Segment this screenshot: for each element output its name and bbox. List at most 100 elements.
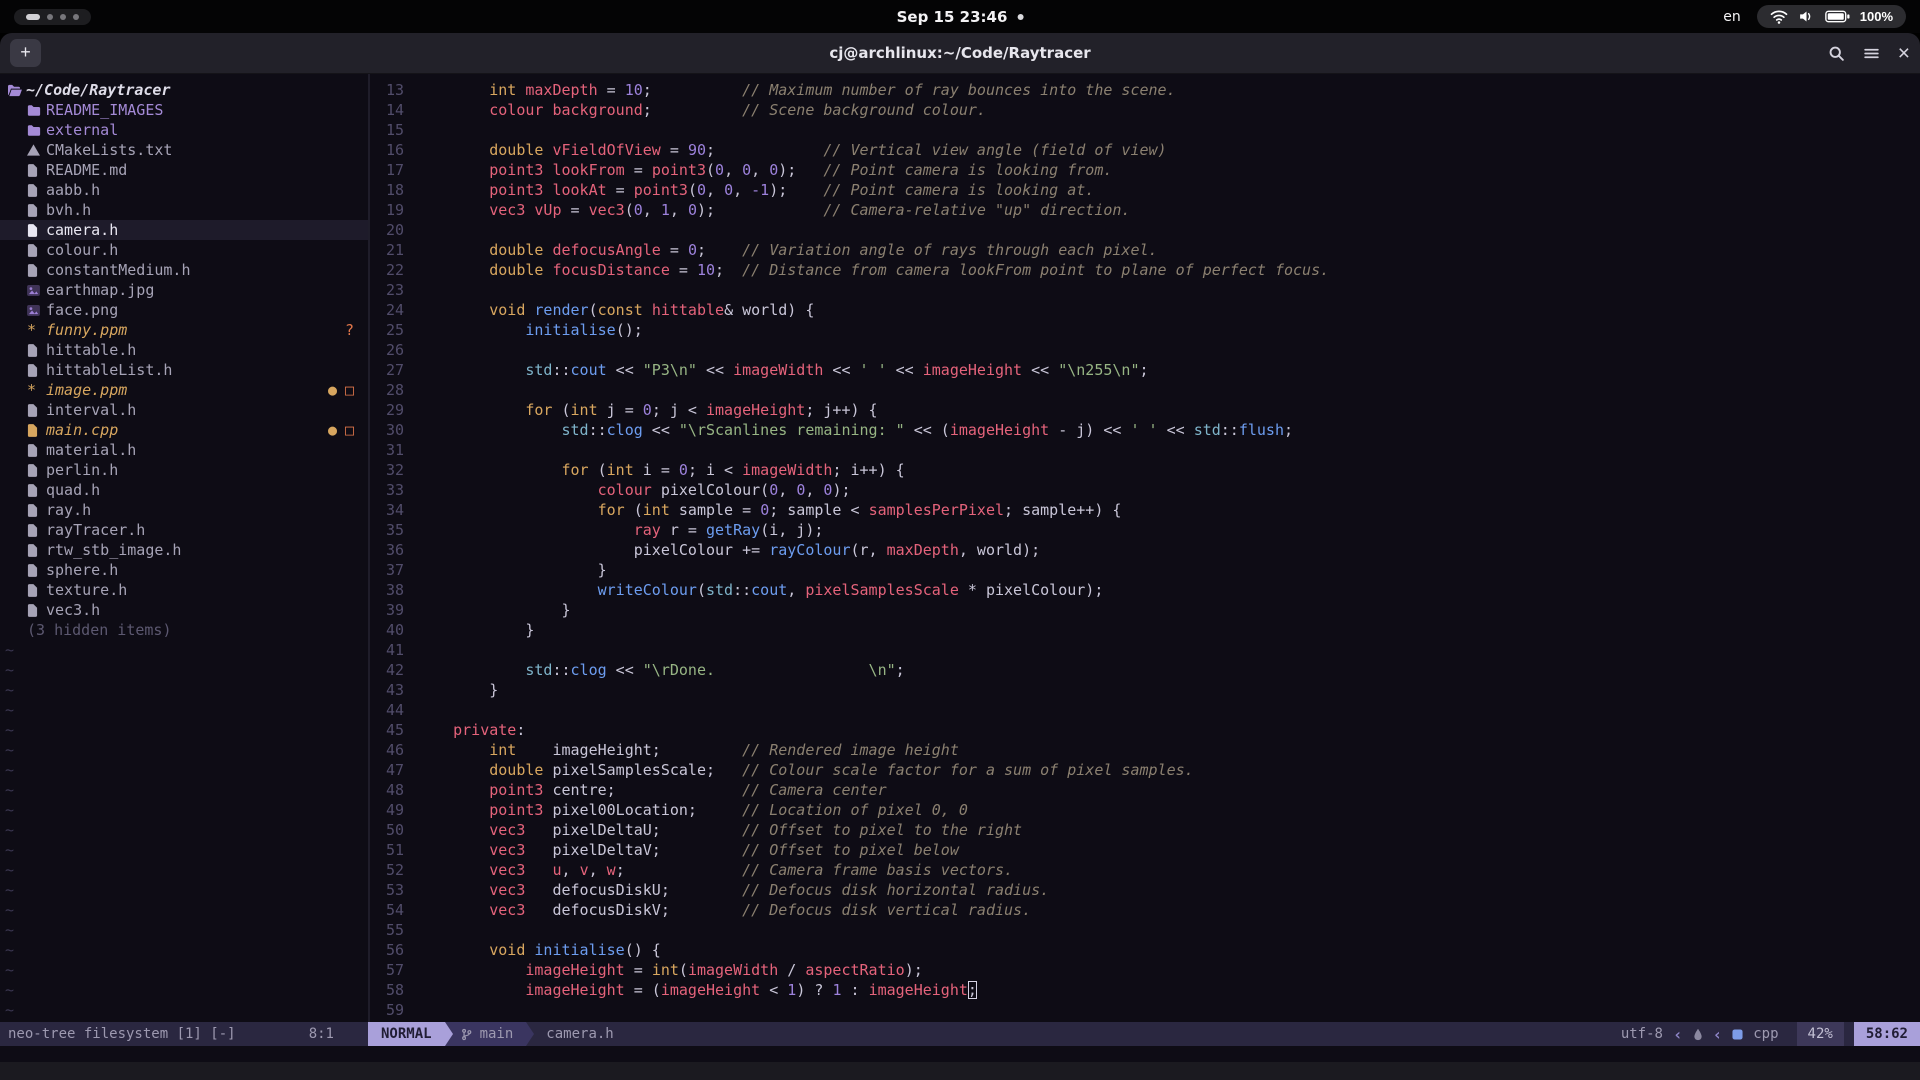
tree-item-README_IMAGES[interactable]: README_IMAGES bbox=[0, 100, 368, 120]
keyboard-layout-indicator[interactable]: en bbox=[1723, 9, 1741, 25]
tree-root[interactable]: ~/Code/Raytracer bbox=[0, 80, 368, 100]
code-line-34[interactable]: 34 for (int sample = 0; sample < samples… bbox=[370, 500, 1920, 520]
code-line-13[interactable]: 13 int maxDepth = 10; // Maximum number … bbox=[370, 80, 1920, 100]
code-line-41[interactable]: 41 bbox=[370, 640, 1920, 660]
tree-item-colour.h[interactable]: colour.h bbox=[0, 240, 368, 260]
close-button[interactable]: × bbox=[1898, 43, 1910, 64]
code-line-52[interactable]: 52 vec3 u, v, w; // Camera frame basis v… bbox=[370, 860, 1920, 880]
tree-item-ray.h[interactable]: ray.h bbox=[0, 500, 368, 520]
code-line-16[interactable]: 16 double vFieldOfView = 90; // Vertical… bbox=[370, 140, 1920, 160]
code-line-32[interactable]: 32 for (int i = 0; i < imageWidth; i++) … bbox=[370, 460, 1920, 480]
doc-icon bbox=[27, 164, 46, 177]
code-line-53[interactable]: 53 vec3 defocusDiskU; // Defocus disk ho… bbox=[370, 880, 1920, 900]
code-line-28[interactable]: 28 bbox=[370, 380, 1920, 400]
code-line-38[interactable]: 38 writeColour(std::cout, pixelSamplesSc… bbox=[370, 580, 1920, 600]
tree-item-camera.h[interactable]: camera.h bbox=[0, 220, 368, 240]
tree-item-image.ppm[interactable]: *image.ppm●□ bbox=[0, 380, 368, 400]
tree-item-earthmap.jpg[interactable]: earthmap.jpg bbox=[0, 280, 368, 300]
code-line-46[interactable]: 46 int imageHeight; // Rendered image he… bbox=[370, 740, 1920, 760]
file-name: image.ppm bbox=[46, 380, 127, 400]
empty-line-tilde: ~ bbox=[0, 860, 368, 880]
code-line-33[interactable]: 33 colour pixelColour(0, 0, 0); bbox=[370, 480, 1920, 500]
code-line-24[interactable]: 24 void render(const hittable& world) { bbox=[370, 300, 1920, 320]
tree-item-rayTracer.h[interactable]: rayTracer.h bbox=[0, 520, 368, 540]
tree-item-material.h[interactable]: material.h bbox=[0, 440, 368, 460]
empty-line-tilde: ~ bbox=[0, 940, 368, 960]
code-line-57[interactable]: 57 imageHeight = int(imageWidth / aspect… bbox=[370, 960, 1920, 980]
code-line-19[interactable]: 19 vec3 vUp = vec3(0, 1, 0); // Camera-r… bbox=[370, 200, 1920, 220]
code-line-26[interactable]: 26 bbox=[370, 340, 1920, 360]
menu-button[interactable] bbox=[1863, 45, 1880, 62]
search-button[interactable] bbox=[1828, 45, 1845, 62]
tree-item-vec3.h[interactable]: vec3.h bbox=[0, 600, 368, 620]
code-line-17[interactable]: 17 point3 lookFrom = point3(0, 0, 0); //… bbox=[370, 160, 1920, 180]
code-line-59[interactable]: 59 bbox=[370, 1000, 1920, 1020]
workspace-indicator[interactable] bbox=[14, 9, 91, 25]
code-line-47[interactable]: 47 double pixelSamplesScale; // Colour s… bbox=[370, 760, 1920, 780]
code-line-27[interactable]: 27 std::cout << "P3\n" << imageWidth << … bbox=[370, 360, 1920, 380]
tree-item-perlin.h[interactable]: perlin.h bbox=[0, 460, 368, 480]
tree-item-aabb.h[interactable]: aabb.h bbox=[0, 180, 368, 200]
code-line-58[interactable]: 58 imageHeight = (imageHeight < 1) ? 1 :… bbox=[370, 980, 1920, 1000]
tree-item-constantMedium.h[interactable]: constantMedium.h bbox=[0, 260, 368, 280]
code-text: vec3 defocusDiskU; // Defocus disk horiz… bbox=[417, 880, 1049, 900]
quick-settings[interactable]: 100% bbox=[1757, 5, 1906, 28]
code-line-18[interactable]: 18 point3 lookAt = point3(0, 0, -1); // … bbox=[370, 180, 1920, 200]
code-line-22[interactable]: 22 double focusDistance = 10; // Distanc… bbox=[370, 260, 1920, 280]
code-line-42[interactable]: 42 std::clog << "\rDone. \n"; bbox=[370, 660, 1920, 680]
tree-item-CMakeLists.txt[interactable]: CMakeLists.txt bbox=[0, 140, 368, 160]
tree-item-quad.h[interactable]: quad.h bbox=[0, 480, 368, 500]
tree-item-README.md[interactable]: README.md bbox=[0, 160, 368, 180]
code-line-30[interactable]: 30 std::clog << "\rScanlines remaining: … bbox=[370, 420, 1920, 440]
tree-item-hittableList.h[interactable]: hittableList.h bbox=[0, 360, 368, 380]
tree-item-texture.h[interactable]: texture.h bbox=[0, 580, 368, 600]
clock[interactable]: Sep 15 23:46 bbox=[897, 0, 1024, 33]
tree-item-bvh.h[interactable]: bvh.h bbox=[0, 200, 368, 220]
code-line-31[interactable]: 31 bbox=[370, 440, 1920, 460]
notification-dot bbox=[1017, 14, 1023, 20]
code-text: imageHeight = int(imageWidth / aspectRat… bbox=[417, 960, 923, 980]
tree-item-main.cpp[interactable]: main.cpp●□ bbox=[0, 420, 368, 440]
code-line-36[interactable]: 36 pixelColour += rayColour(r, maxDepth,… bbox=[370, 540, 1920, 560]
line-number: 59 bbox=[370, 1000, 404, 1020]
code-line-43[interactable]: 43 } bbox=[370, 680, 1920, 700]
code-text: writeColour(std::cout, pixelSamplesScale… bbox=[417, 580, 1103, 600]
tree-item-sphere.h[interactable]: sphere.h bbox=[0, 560, 368, 580]
code-line-50[interactable]: 50 vec3 pixelDeltaU; // Offset to pixel … bbox=[370, 820, 1920, 840]
doc-icon bbox=[27, 524, 46, 537]
code-line-54[interactable]: 54 vec3 defocusDiskV; // Defocus disk ve… bbox=[370, 900, 1920, 920]
code-line-29[interactable]: 29 for (int j = 0; j < imageHeight; j++)… bbox=[370, 400, 1920, 420]
editor-window[interactable]: 13 int maxDepth = 10; // Maximum number … bbox=[370, 74, 1920, 1022]
code-line-15[interactable]: 15 bbox=[370, 120, 1920, 140]
code-text: for (int sample = 0; sample < samplesPer… bbox=[417, 500, 1121, 520]
code-line-51[interactable]: 51 vec3 pixelDeltaV; // Offset to pixel … bbox=[370, 840, 1920, 860]
code-line-55[interactable]: 55 bbox=[370, 920, 1920, 940]
code-line-14[interactable]: 14 colour background; // Scene backgroun… bbox=[370, 100, 1920, 120]
tree-item-face.png[interactable]: face.png bbox=[0, 300, 368, 320]
tree-item-interval.h[interactable]: interval.h bbox=[0, 400, 368, 420]
tree-item-funny.ppm[interactable]: *funny.ppm? bbox=[0, 320, 368, 340]
code-line-21[interactable]: 21 double defocusAngle = 0; // Variation… bbox=[370, 240, 1920, 260]
code-text: point3 lookAt = point3(0, 0, -1); // Poi… bbox=[417, 180, 1094, 200]
code-line-23[interactable]: 23 bbox=[370, 280, 1920, 300]
tree-item-rtw_stb_image.h[interactable]: rtw_stb_image.h bbox=[0, 540, 368, 560]
code-line-37[interactable]: 37 } bbox=[370, 560, 1920, 580]
code-line-44[interactable]: 44 bbox=[370, 700, 1920, 720]
line-number: 54 bbox=[370, 900, 404, 920]
command-line[interactable] bbox=[0, 1046, 1920, 1062]
code-text: vec3 vUp = vec3(0, 1, 0); // Camera-rela… bbox=[417, 200, 1130, 220]
code-line-48[interactable]: 48 point3 centre; // Camera center bbox=[370, 780, 1920, 800]
code-line-40[interactable]: 40 } bbox=[370, 620, 1920, 640]
new-tab-button[interactable]: + bbox=[10, 39, 41, 67]
doc-icon bbox=[27, 504, 46, 517]
code-line-35[interactable]: 35 ray r = getRay(i, j); bbox=[370, 520, 1920, 540]
code-line-39[interactable]: 39 } bbox=[370, 600, 1920, 620]
code-line-25[interactable]: 25 initialise(); bbox=[370, 320, 1920, 340]
code-line-45[interactable]: 45 private: bbox=[370, 720, 1920, 740]
tree-item-external[interactable]: external bbox=[0, 120, 368, 140]
code-line-49[interactable]: 49 point3 pixel00Location; // Location o… bbox=[370, 800, 1920, 820]
code-line-20[interactable]: 20 bbox=[370, 220, 1920, 240]
code-line-56[interactable]: 56 void initialise() { bbox=[370, 940, 1920, 960]
tree-item-hittable.h[interactable]: hittable.h bbox=[0, 340, 368, 360]
line-number: 36 bbox=[370, 540, 404, 560]
